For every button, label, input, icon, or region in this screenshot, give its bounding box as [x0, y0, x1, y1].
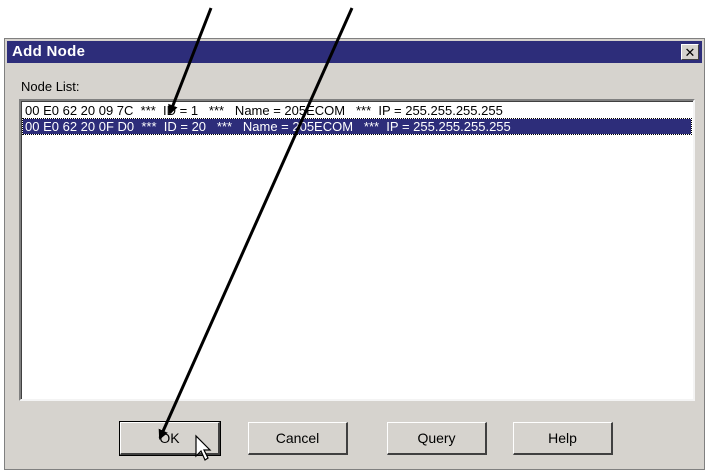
- title-bar: Add Node ✕: [7, 41, 702, 63]
- close-icon: ✕: [684, 45, 696, 60]
- node-listbox[interactable]: 00 E0 62 20 09 7C *** ID = 1 *** Name = …: [19, 99, 695, 401]
- node-list-item[interactable]: 00 E0 62 20 09 7C *** ID = 1 *** Name = …: [23, 103, 691, 118]
- close-button[interactable]: ✕: [681, 44, 699, 60]
- query-button[interactable]: Query: [387, 422, 487, 455]
- help-button[interactable]: Help: [513, 422, 613, 455]
- node-list-label: Node List:: [21, 79, 80, 94]
- dialog-title: Add Node: [12, 43, 86, 60]
- ok-button[interactable]: OK: [119, 421, 221, 456]
- add-node-dialog: Add Node ✕ Node List: 00 E0 62 20 09 7C …: [4, 38, 705, 470]
- node-list-item-selected[interactable]: 00 E0 62 20 0F D0 *** ID = 20 *** Name =…: [22, 118, 692, 135]
- cancel-button[interactable]: Cancel: [248, 422, 348, 455]
